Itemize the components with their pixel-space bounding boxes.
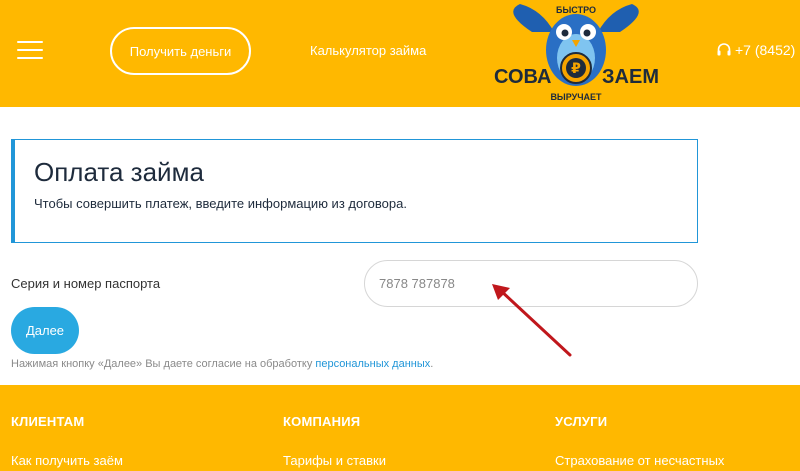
coin-symbol: ₽ xyxy=(571,61,581,77)
consent-text: Нажимая кнопку «Далее» Вы даете согласие… xyxy=(11,358,434,370)
svg-text:ЗАЕМ: ЗАЕМ xyxy=(602,66,659,88)
phone-link[interactable]: +7 (8452) xyxy=(716,42,795,58)
get-money-button[interactable]: Получить деньги xyxy=(110,27,251,75)
footer-heading: УСЛУГИ xyxy=(555,414,608,429)
next-button[interactable]: Далее xyxy=(11,307,79,354)
page-subtitle: Чтобы совершить платеж, введите информац… xyxy=(34,196,407,211)
footer-heading: КОМПАНИЯ xyxy=(283,414,361,429)
site-footer: КЛИЕНТАМ Как получить заём КОМПАНИЯ Тари… xyxy=(0,385,800,471)
svg-text:БЫСТРО: БЫСТРО xyxy=(556,5,596,15)
svg-text:СОВА: СОВА xyxy=(494,66,551,88)
logo[interactable]: ₽ БЫСТРО СОВА ЗАЕМ ВЫРУЧАЕТ xyxy=(492,2,660,106)
passport-label: Серия и номер паспорта xyxy=(11,276,161,291)
footer-link[interactable]: Тарифы и ставки xyxy=(283,453,386,468)
page-title: Оплата займа xyxy=(34,157,204,187)
arrow-annotation-icon xyxy=(492,284,572,357)
footer-column-clients: КЛИЕНТАМ Как получить заём xyxy=(11,414,123,468)
loan-calculator-link[interactable]: Калькулятор займа xyxy=(310,43,426,58)
footer-column-services: УСЛУГИ Страхование от несчастных xyxy=(555,414,724,468)
personal-data-link[interactable]: персональных данных xyxy=(315,358,430,370)
info-box: Оплата займа Чтобы совершить платеж, вве… xyxy=(11,139,698,243)
svg-text:ВЫРУЧАЕТ: ВЫРУЧАЕТ xyxy=(550,92,602,102)
headset-icon xyxy=(717,43,731,56)
footer-link[interactable]: Страхование от несчастных xyxy=(555,453,724,468)
menu-icon[interactable] xyxy=(17,41,43,61)
phone-number: +7 (8452) xyxy=(735,42,796,58)
site-header: Получить деньги Калькулятор займа ₽ БЫСТ… xyxy=(0,0,800,107)
footer-link[interactable]: Как получить заём xyxy=(11,453,123,468)
footer-heading: КЛИЕНТАМ xyxy=(11,414,85,429)
footer-column-company: КОМПАНИЯ Тарифы и ставки xyxy=(283,414,386,468)
